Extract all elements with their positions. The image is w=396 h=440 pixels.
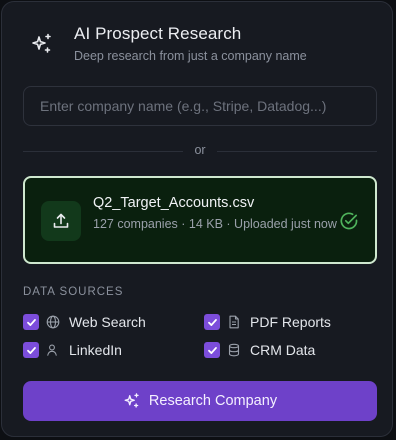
- pdf-reports-checkbox[interactable]: [204, 314, 220, 330]
- research-company-label: Research Company: [148, 393, 278, 409]
- database-icon: [227, 343, 241, 357]
- sparkles-icon: [124, 393, 139, 408]
- document-icon: [227, 315, 241, 329]
- page-subtitle: Deep research from just a company name: [74, 49, 307, 63]
- crm-data-checkbox[interactable]: [204, 342, 220, 358]
- checkmark-icon: [207, 346, 217, 354]
- upload-icon: [53, 213, 69, 228]
- checkmark-icon: [26, 318, 36, 326]
- checkmark-icon: [207, 318, 217, 326]
- data-source-crm-data[interactable]: CRM Data: [204, 341, 315, 359]
- data-source-linkedin[interactable]: LinkedIn: [23, 341, 122, 359]
- data-source-pdf-reports[interactable]: PDF Reports: [204, 313, 331, 331]
- sparkles-icon: [32, 33, 51, 53]
- divider-line-right: [217, 151, 377, 152]
- user-icon: [46, 343, 60, 357]
- data-source-web-search[interactable]: Web Search: [23, 313, 146, 331]
- pdf-reports-label: PDF Reports: [250, 314, 331, 330]
- web-search-checkbox[interactable]: [23, 314, 39, 330]
- uploaded-file-meta: 127 companies · 14 KB · Uploaded just no…: [93, 217, 337, 231]
- check-circle-icon: [340, 212, 358, 230]
- company-name-input[interactable]: [23, 86, 377, 126]
- prospect-research-panel: AI Prospect Research Deep research from …: [1, 1, 393, 437]
- upload-icon-box: [41, 201, 81, 241]
- data-sources-heading: DATA SOURCES: [23, 286, 124, 298]
- linkedin-checkbox[interactable]: [23, 342, 39, 358]
- crm-data-label: CRM Data: [250, 342, 316, 358]
- uploaded-filename: Q2_Target_Accounts.csv: [93, 195, 255, 211]
- uploaded-file-card[interactable]: Q2_Target_Accounts.csv 127 companies · 1…: [23, 176, 377, 264]
- linkedin-label: LinkedIn: [69, 342, 122, 358]
- checkmark-icon: [26, 346, 36, 354]
- web-search-label: Web Search: [69, 314, 146, 330]
- or-label: or: [194, 143, 206, 157]
- research-company-button[interactable]: Research Company: [23, 381, 377, 421]
- page-title: AI Prospect Research: [74, 24, 242, 43]
- globe-icon: [46, 315, 60, 329]
- or-divider: or: [23, 142, 377, 160]
